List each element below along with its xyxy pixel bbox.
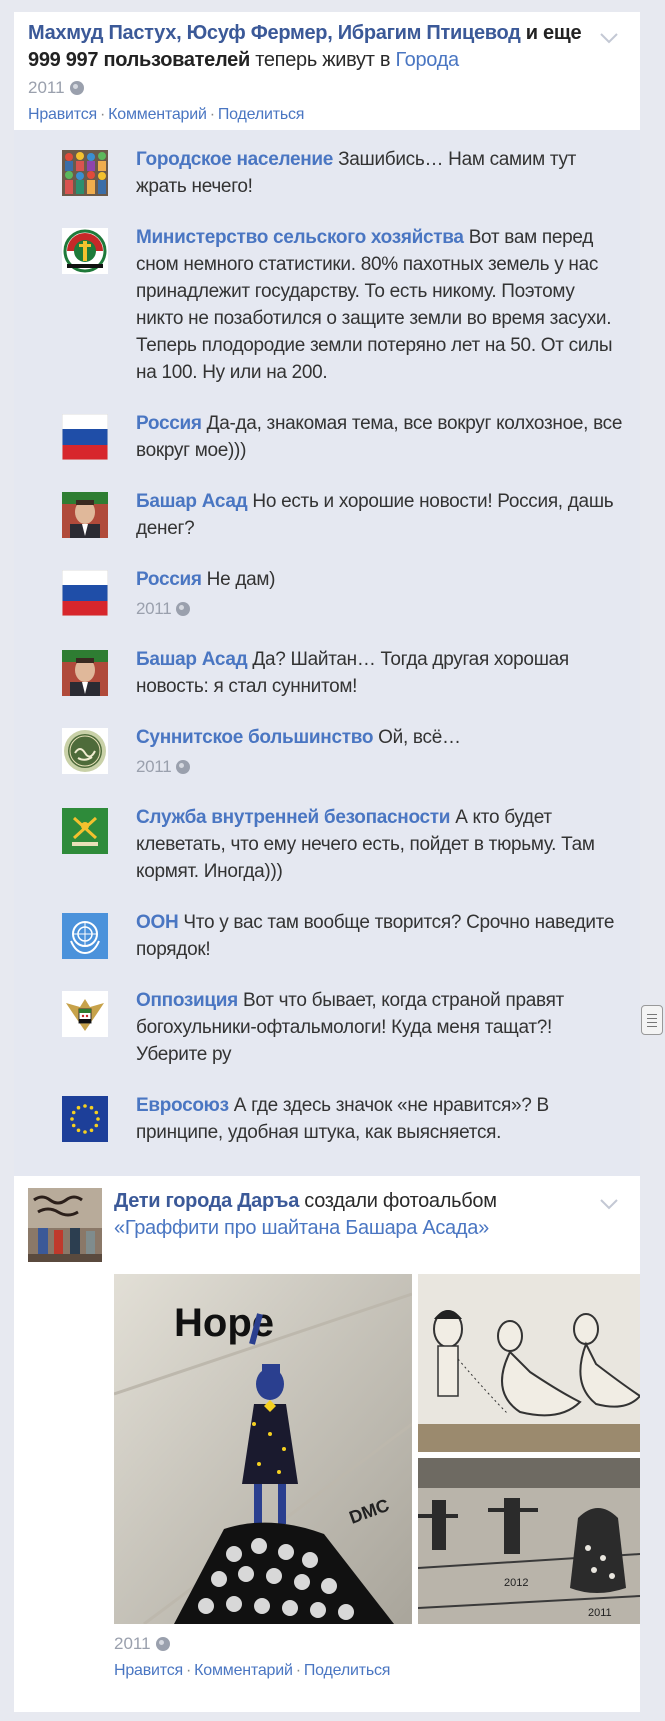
globe-icon xyxy=(155,1637,170,1651)
comment-body: Вот вам перед сном немного статистики. 8… xyxy=(136,227,613,383)
comment-body: Не дам) xyxy=(206,569,276,590)
comment-author[interactable]: Служба внутренней безопасности xyxy=(136,807,450,828)
comment-year[interactable]: 2011 xyxy=(136,595,172,622)
comment-body: Да-да, знакомая тема, все вокруг колхозн… xyxy=(136,413,623,461)
post-actions: Нравится · Комментарий · Поделиться xyxy=(28,106,305,123)
comment-text: Евросоюз А где здесь значок «не нравится»… xyxy=(136,1092,624,1146)
comment-text: Служба внутренней безопасности А кто буде… xyxy=(136,804,624,885)
like-link[interactable]: Нравится xyxy=(114,1662,183,1679)
users-count[interactable]: 999 997 пользователей xyxy=(28,49,250,71)
comment-year[interactable]: 2011 xyxy=(136,753,172,780)
comment-item: Россия Да-да, знакомая тема, все вокруг к… xyxy=(62,410,624,464)
action-text: создали фотоальбом xyxy=(299,1190,497,1212)
comment-text: Министерство сельского хозяйства Вот вам … xyxy=(136,224,624,386)
comment-text: Городское население Зашибись… Нам самим т… xyxy=(136,146,624,200)
assad-photo-icon[interactable] xyxy=(62,650,108,696)
sunni-emblem-icon[interactable] xyxy=(62,728,108,774)
post-membership: Махмуд Пастух, Юсуф Фермер, Ибрагим Птиц… xyxy=(14,12,640,130)
comment-author[interactable]: Россия xyxy=(136,413,202,434)
daraa-children-avatar[interactable] xyxy=(28,1188,102,1262)
live-in-text: теперь живут в xyxy=(249,49,396,71)
assad-photo-icon[interactable] xyxy=(62,492,108,538)
globe-icon xyxy=(176,601,191,616)
photo-album-grid: Hope DMC 2012 2011 xyxy=(114,1274,640,1624)
un-emblem-icon[interactable] xyxy=(62,913,108,959)
photo-year-label-2: 2011 xyxy=(588,1607,612,1619)
comment-item: Россия Не дам) 2011 xyxy=(62,566,624,622)
comment-author[interactable]: Евросоюз xyxy=(136,1095,229,1116)
comment-item: Городское население Зашибись… Нам самим т… xyxy=(62,146,624,200)
security-emblem-icon[interactable] xyxy=(62,808,108,854)
comment-item: ООН Что у вас там вообще творится? Срочно… xyxy=(62,909,624,963)
comment-text: ООН Что у вас там вообще творится? Срочно… xyxy=(136,909,624,963)
comment-author[interactable]: Оппозиция xyxy=(136,990,238,1011)
eu-flag-icon[interactable] xyxy=(62,1096,108,1142)
comment-author[interactable]: Суннитское большинство xyxy=(136,727,373,748)
users-link[interactable]: Махмуд Пастух, Юсуф Фермер, Ибрагим Птиц… xyxy=(28,22,521,44)
globe-icon xyxy=(176,759,191,774)
photo-year-label-1: 2012 xyxy=(504,1577,528,1589)
post-title: Махмуд Пастух, Юсуф Фермер, Ибрагим Птиц… xyxy=(28,20,626,74)
photo-hope[interactable]: Hope DMC xyxy=(114,1274,412,1624)
comment-text: Башар Асад Но есть и хорошие новости! Рос… xyxy=(136,488,624,542)
post-year[interactable]: 2011 xyxy=(114,1634,151,1654)
comment-meta: 2011 xyxy=(136,595,275,622)
post-actions: Нравится · Комментарий · Поделиться xyxy=(114,1662,391,1679)
comments-list: Городское население Зашибись… Нам самим т… xyxy=(14,130,640,1176)
comment-author[interactable]: Министерство сельского хозяйства xyxy=(136,227,464,248)
post-meta: 2011 xyxy=(28,78,626,98)
comment-text: Россия Не дам) 2011 xyxy=(136,566,275,622)
share-link[interactable]: Поделиться xyxy=(304,1662,391,1679)
comment-text: Оппозиция Вот что бывает, когда страной п… xyxy=(136,987,624,1068)
comment-body: Ой, всё… xyxy=(378,727,461,748)
opposition-emblem-icon[interactable] xyxy=(62,991,108,1037)
comment-item: Башар Асад Да? Шайтан… Тогда другая хорош… xyxy=(62,646,624,700)
russia-flag-icon[interactable] xyxy=(62,570,108,616)
comment-link[interactable]: Комментарий xyxy=(108,106,207,123)
comment-author[interactable]: Россия xyxy=(136,569,202,590)
comment-text: Башар Асад Да? Шайтан… Тогда другая хорош… xyxy=(136,646,624,700)
comment-item: Служба внутренней безопасности А кто буде… xyxy=(62,804,624,885)
ministry-emblem-icon[interactable] xyxy=(62,228,108,274)
globe-icon xyxy=(69,81,84,95)
news-feed: Махмуд Пастух, Юсуф Фермер, Ибрагим Птиц… xyxy=(14,12,640,1712)
comment-author[interactable]: Городское население xyxy=(136,149,333,170)
scrollbar-thumb[interactable] xyxy=(641,1005,663,1035)
comment-text: Суннитское большинство Ой, всё… 2011 xyxy=(136,724,461,780)
comment-author[interactable]: ООН xyxy=(136,912,179,933)
comment-item: Евросоюз А где здесь значок «не нравится»… xyxy=(62,1092,624,1146)
comment-text: Россия Да-да, знакомая тема, все вокруг к… xyxy=(136,410,624,464)
comment-body: Что у вас там вообще творится? Срочно на… xyxy=(136,912,615,960)
comment-item: Башар Асад Но есть и хорошие новости! Рос… xyxy=(62,488,624,542)
post-album: Дети города Даръа создали фотоальбом «Гр… xyxy=(14,1176,640,1680)
post-meta: 2011 xyxy=(114,1634,626,1654)
and-more-text: и еще xyxy=(520,22,582,44)
comment-meta: 2011 xyxy=(136,753,461,780)
post-year[interactable]: 2011 xyxy=(28,78,65,98)
chevron-down-icon[interactable] xyxy=(600,1198,618,1210)
post-header: Дети города Даръа создали фотоальбом «Гр… xyxy=(28,1188,626,1262)
post-footer: 2011 Нравится · Комментарий · Поделиться xyxy=(114,1634,626,1680)
author-link[interactable]: Дети города Даръа xyxy=(114,1190,299,1212)
comment-item: Суннитское большинство Ой, всё… 2011 xyxy=(62,724,624,780)
comment-item: Оппозиция Вот что бывает, когда страной п… xyxy=(62,987,624,1068)
comment-link[interactable]: Комментарий xyxy=(194,1662,293,1679)
comment-author[interactable]: Башар Асад xyxy=(136,491,248,512)
crowd-avatar-icon[interactable] xyxy=(62,150,108,196)
photo-soldiers[interactable]: 2012 2011 xyxy=(418,1458,640,1624)
share-link[interactable]: Поделиться xyxy=(218,106,305,123)
photo-ducks[interactable] xyxy=(418,1274,640,1452)
chevron-down-icon[interactable] xyxy=(600,32,618,44)
album-link[interactable]: «Граффити про шайтана Башара Асада» xyxy=(114,1217,489,1239)
comment-author[interactable]: Башар Асад xyxy=(136,649,248,670)
comment-item: Министерство сельского хозяйства Вот вам … xyxy=(62,224,624,386)
post-title: Дети города Даръа создали фотоальбом «Гр… xyxy=(114,1188,626,1262)
place-link[interactable]: Города xyxy=(395,49,459,71)
like-link[interactable]: Нравится xyxy=(28,106,97,123)
russia-flag-icon[interactable] xyxy=(62,414,108,460)
